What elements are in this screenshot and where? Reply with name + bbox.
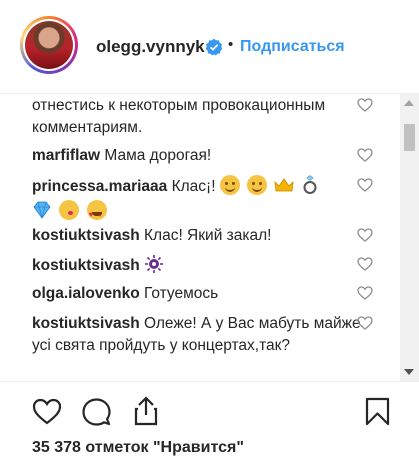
comment-like-icon[interactable] bbox=[357, 148, 373, 162]
hugging-face-icon bbox=[247, 175, 268, 195]
save-bookmark-icon[interactable] bbox=[365, 397, 390, 431]
comment-item: princessa.mariaaa Клас¡! bbox=[32, 174, 362, 227]
comment-text: Мама дорогая! bbox=[104, 147, 212, 164]
comment-username[interactable]: kostiuktsivash bbox=[32, 257, 140, 274]
comment-item: отнестись к некоторым провокационным ком… bbox=[32, 95, 362, 139]
scroll-up-arrow-icon[interactable] bbox=[404, 100, 414, 106]
microbe-icon bbox=[144, 254, 164, 274]
comment-username[interactable]: olga.ialovenko bbox=[32, 285, 140, 302]
follow-button[interactable]: Подписаться bbox=[240, 38, 345, 56]
comment-item: kostiuktsivash bbox=[32, 254, 362, 277]
verified-badge-icon bbox=[205, 38, 223, 56]
comment-item: kostiuktsivash Олеже! А у Вас мабуть май… bbox=[32, 313, 362, 357]
comments-list[interactable]: отнестись к некоторым провокационным ком… bbox=[0, 94, 400, 381]
username-link[interactable]: olegg.vynnyk bbox=[96, 37, 205, 57]
comment-username[interactable]: princessa.mariaaa bbox=[32, 178, 167, 195]
scroll-down-arrow-icon[interactable] bbox=[404, 369, 414, 375]
ring-icon bbox=[302, 175, 318, 195]
comment-text: Готуемось bbox=[143, 285, 219, 302]
comment-text: Клас! Який закал! bbox=[144, 227, 272, 244]
likes-count[interactable]: 35 378 отметок "Нравится" bbox=[32, 439, 244, 457]
comment-like-icon[interactable] bbox=[357, 228, 373, 242]
avatar-frame bbox=[23, 19, 75, 71]
comment-icon[interactable] bbox=[82, 398, 111, 432]
comment-like-icon[interactable] bbox=[357, 286, 373, 300]
hugging-face-icon bbox=[219, 175, 240, 195]
post-header: olegg.vynnyk • Подписаться bbox=[0, 0, 419, 94]
comments-scrollbar[interactable] bbox=[400, 94, 419, 381]
scrollbar-thumb[interactable] bbox=[404, 124, 415, 151]
heart-eyes-face-icon bbox=[86, 200, 107, 227]
like-icon[interactable] bbox=[32, 398, 62, 430]
comment-like-icon[interactable] bbox=[357, 98, 373, 112]
crown-icon bbox=[274, 175, 294, 195]
post-actions: 35 378 отметок "Нравится" bbox=[0, 381, 419, 470]
comment-like-icon[interactable] bbox=[357, 178, 373, 192]
comment-like-icon[interactable] bbox=[357, 257, 373, 271]
separator-dot: • bbox=[228, 36, 234, 53]
share-icon[interactable] bbox=[134, 396, 158, 431]
comment-text: отнестись к некоторым провокационным ком… bbox=[32, 97, 326, 136]
comment-item: kostiuktsivash Клас! Який закал! bbox=[32, 225, 362, 247]
gem-icon bbox=[32, 200, 52, 220]
avatar[interactable] bbox=[20, 16, 78, 74]
comment-text: Клас¡! bbox=[171, 178, 216, 195]
comment-item: marfiflaw Мама дорогая! bbox=[32, 145, 362, 167]
comment-like-icon[interactable] bbox=[357, 316, 373, 330]
comment-username[interactable]: marfiflaw bbox=[32, 147, 100, 164]
comment-item: olga.ialovenko Готуемось bbox=[32, 283, 362, 305]
avatar-photo bbox=[25, 21, 73, 69]
kissing-face-icon bbox=[59, 200, 80, 220]
comment-username[interactable]: kostiuktsivash bbox=[32, 315, 140, 332]
comment-username[interactable]: kostiuktsivash bbox=[32, 227, 140, 244]
